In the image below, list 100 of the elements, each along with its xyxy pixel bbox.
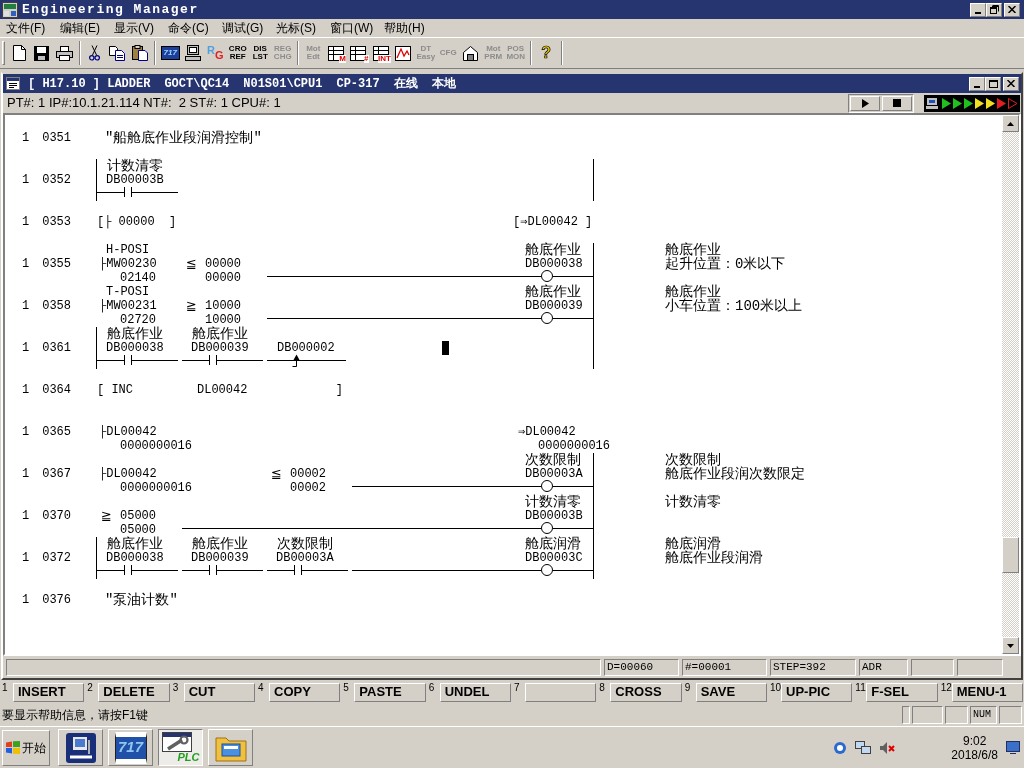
- compare-value: 00002: [290, 481, 326, 495]
- program-number: 1: [22, 551, 30, 565]
- program-number: 1: [22, 467, 30, 481]
- contact-icon: [209, 565, 217, 575]
- function-key-button[interactable]: F-SEL: [866, 682, 938, 702]
- status-lights-icon: [924, 94, 1020, 112]
- run-button[interactable]: [850, 95, 880, 111]
- function-key-button[interactable]: DELETE: [98, 682, 170, 702]
- coil-label: 舱底作业: [525, 284, 581, 300]
- store-address: ⇒DL00042: [518, 425, 576, 439]
- connection-info: PT#: 1 IP#:10.1.21.114 NT#: 2 ST#: 1 CPU#: 1: [6, 94, 281, 113]
- restore-icon: [989, 5, 999, 14]
- contact-address: DB00003B: [106, 173, 164, 187]
- menu-item[interactable]: 显示(V): [108, 19, 162, 37]
- toolbar-button[interactable]: #: [347, 42, 370, 64]
- window-icon: [6, 77, 20, 90]
- program-number: 1: [22, 299, 30, 313]
- vertical-scrollbar[interactable]: [1002, 115, 1019, 654]
- menu-item[interactable]: 命令(C): [162, 19, 216, 37]
- function-key-button[interactable]: CROSS: [610, 682, 682, 702]
- register-address: ├MW00230: [99, 257, 157, 271]
- contact-address: DB000038: [106, 341, 164, 355]
- contact-label: 舱底作业: [107, 536, 163, 552]
- wire: [302, 569, 348, 571]
- rising-edge-icon: [291, 353, 301, 367]
- clock-date: 2018/6/8: [951, 747, 998, 762]
- status-field: STEP=392: [770, 658, 856, 676]
- wrench-icon: [161, 731, 192, 752]
- key-number: 7: [513, 682, 521, 693]
- start-button[interactable]: 开始: [2, 729, 50, 766]
- step-number: 0367: [42, 467, 71, 481]
- coil-address: DB000039: [525, 299, 583, 313]
- scroll-down-button[interactable]: [1002, 637, 1019, 654]
- wire: [182, 569, 209, 571]
- step-number: 0372: [42, 551, 71, 565]
- function-key-button[interactable]: UP-PIC: [781, 682, 853, 702]
- step-number: 0353: [42, 215, 71, 229]
- key-number: 8: [598, 682, 606, 693]
- menu-item[interactable]: 调试(G): [216, 19, 270, 37]
- function-key-button[interactable]: CUT: [183, 682, 255, 702]
- contact-icon: [124, 565, 132, 575]
- wire: [267, 569, 294, 571]
- contact-icon: [124, 187, 132, 197]
- stop-button[interactable]: [882, 95, 912, 111]
- table-icon: [327, 45, 344, 61]
- key-number: 10: [769, 682, 781, 693]
- minimize-button[interactable]: [969, 76, 985, 91]
- restore-button[interactable]: [986, 2, 1002, 17]
- document-title: 在线: [393, 75, 418, 93]
- coil-icon: [541, 480, 553, 492]
- window-title: Engineering Manager: [22, 0, 199, 19]
- menu-item[interactable]: 窗口(W): [324, 19, 378, 37]
- register-address: ├MW00231: [99, 299, 157, 313]
- contact-label: 舱底作业: [192, 536, 248, 552]
- coil-icon: [541, 270, 553, 282]
- taskbar-button[interactable]: 717: [108, 729, 153, 766]
- menu-item[interactable]: 编辑(E): [54, 19, 108, 37]
- function-key-button[interactable]: UNDEL: [439, 682, 511, 702]
- key-number: 6: [427, 682, 436, 693]
- contact-label: 舱底作业: [192, 326, 248, 342]
- coil-icon: [541, 312, 553, 324]
- wire: [132, 569, 178, 571]
- circle-icon: [833, 740, 848, 755]
- coil-comment: 舱底作业段润滑: [665, 550, 763, 566]
- toolbar-button[interactable]: M: [324, 42, 347, 64]
- scroll-up-button[interactable]: [1002, 115, 1019, 132]
- coil-label: 计数清零: [525, 494, 581, 510]
- scissors-icon: [89, 45, 101, 61]
- function-key-button[interactable]: COPY: [269, 682, 341, 702]
- menu-item[interactable]: 文件(F): [0, 19, 54, 37]
- page-icon: [12, 45, 26, 61]
- close-button[interactable]: [1004, 2, 1020, 17]
- taskbar-button[interactable]: [58, 729, 103, 766]
- coil-address: DB00003B: [525, 509, 583, 523]
- minimize-button[interactable]: [970, 2, 986, 17]
- down-arrow-icon: [1007, 643, 1014, 648]
- instruction-text: [⇒DL00042 ]: [513, 215, 593, 229]
- menu-item[interactable]: 帮助(H): [378, 19, 432, 37]
- contact-address: DB000038: [106, 551, 164, 565]
- document-title: 本地: [431, 75, 456, 93]
- compare-value: 00000: [205, 271, 241, 285]
- function-key-button[interactable]: SAVE: [695, 682, 767, 702]
- step-number: 0355: [42, 257, 71, 271]
- menu-item[interactable]: 光标(S): [270, 19, 324, 37]
- function-key-button[interactable]: INSERT: [13, 682, 85, 702]
- step-number: 0376: [42, 593, 71, 607]
- scroll-thumb[interactable]: [1002, 537, 1019, 573]
- toolbar-button[interactable]: CRO REF: [226, 42, 249, 64]
- close-button[interactable]: [1003, 76, 1019, 91]
- coil-comment: 舱底作业段润次数限定: [665, 466, 805, 482]
- compare-operand: 10000: [205, 299, 241, 313]
- function-key-button[interactable]: [525, 682, 597, 702]
- maximize-button[interactable]: [985, 76, 1001, 91]
- function-key-button[interactable]: MENU-1: [951, 682, 1023, 702]
- minimize-icon: [975, 11, 981, 14]
- coil-label: 次数限制: [525, 452, 581, 468]
- step-number: 0351: [42, 131, 71, 145]
- toolbar-button[interactable]: DIS LST: [249, 42, 272, 64]
- function-key-button[interactable]: PASTE: [354, 682, 426, 702]
- toolbar-button[interactable]: INT: [369, 42, 392, 64]
